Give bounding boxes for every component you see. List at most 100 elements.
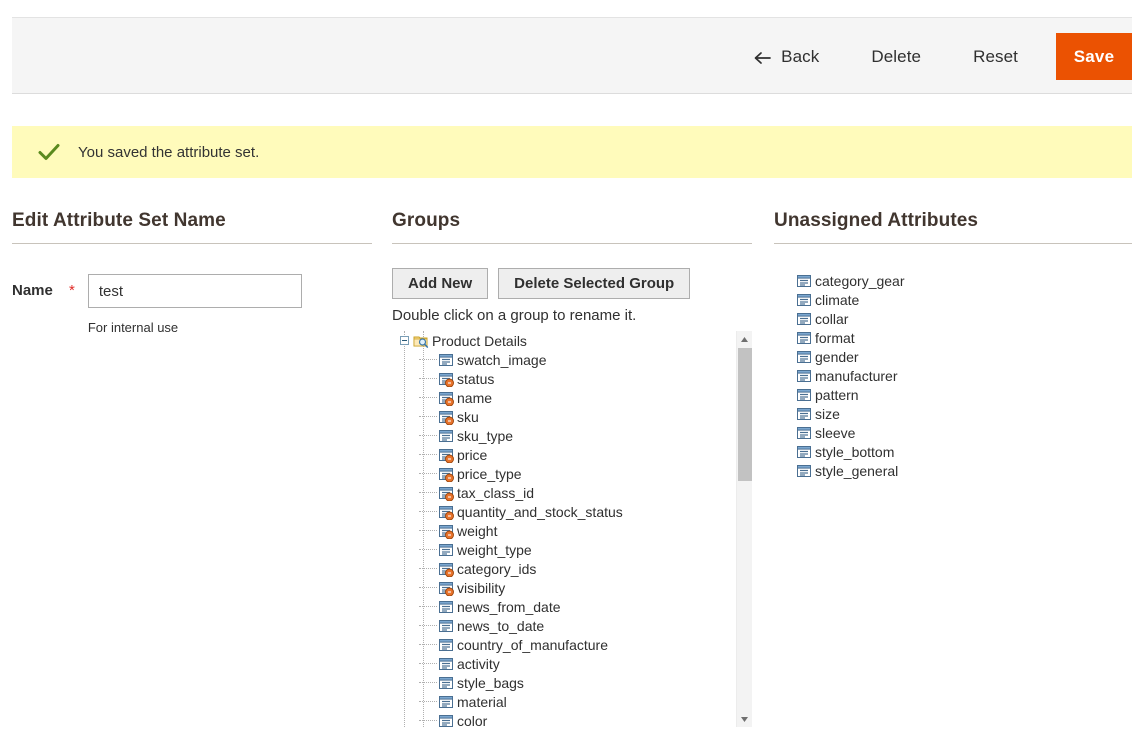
tree-attribute-label[interactable]: swatch_image (457, 352, 547, 368)
unassigned-attribute-label[interactable]: style_general (815, 463, 898, 479)
tree-attribute-node[interactable]: color (392, 711, 736, 727)
tree-attribute-label[interactable]: sku (457, 409, 479, 425)
delete-button[interactable]: Delete (845, 47, 947, 67)
tree-connector (419, 377, 437, 380)
attribute-icon (796, 368, 812, 384)
unassigned-attribute-label[interactable]: category_gear (815, 273, 905, 289)
unassigned-attribute-label[interactable]: gender (815, 349, 859, 365)
tree-attribute-node[interactable]: swatch_image (392, 350, 736, 369)
tree-attribute-label[interactable]: category_ids (457, 561, 536, 577)
reset-button[interactable]: Reset (947, 47, 1044, 67)
attribute-system-icon (438, 390, 454, 406)
unassigned-attribute-item[interactable]: category_gear (796, 271, 1132, 290)
attribute-icon (796, 330, 812, 346)
check-icon (36, 139, 62, 165)
attribute-icon (438, 694, 454, 710)
back-label: Back (781, 46, 820, 66)
unassigned-attribute-label[interactable]: climate (815, 292, 859, 308)
save-button[interactable]: Save (1056, 33, 1132, 80)
add-new-group-button[interactable]: Add New (392, 268, 489, 299)
tree-attribute-node[interactable]: news_from_date (392, 597, 736, 616)
tree-attribute-label[interactable]: style_bags (457, 675, 524, 691)
tree-attribute-node[interactable]: weight_type (392, 540, 736, 559)
caret-up-icon[interactable] (737, 331, 752, 347)
tree-attribute-node[interactable]: weight (392, 521, 736, 540)
tree-attribute-node[interactable]: sku_type (392, 426, 736, 445)
delete-selected-group-button[interactable]: Delete Selected Group (498, 268, 691, 299)
tree-root-node[interactable]: Product Details (392, 331, 736, 350)
tree-attribute-label[interactable]: visibility (457, 580, 505, 596)
tree-attribute-label[interactable]: material (457, 694, 507, 710)
tree-attribute-node[interactable]: style_bags (392, 673, 736, 692)
tree-attribute-node[interactable]: visibility (392, 578, 736, 597)
tree-attribute-node[interactable]: status (392, 369, 736, 388)
tree-attribute-node[interactable]: quantity_and_stock_status (392, 502, 736, 521)
tree-attribute-label[interactable]: weight_type (457, 542, 532, 558)
unassigned-attribute-label[interactable]: collar (815, 311, 848, 327)
tree-attribute-node[interactable]: price (392, 445, 736, 464)
unassigned-attribute-label[interactable]: format (815, 330, 855, 346)
attribute-icon (438, 675, 454, 691)
tree-attribute-label[interactable]: status (457, 371, 494, 387)
attribute-icon (796, 463, 812, 479)
tree-connector (419, 586, 437, 589)
unassigned-attribute-label[interactable]: sleeve (815, 425, 855, 441)
tree-attribute-node[interactable]: price_type (392, 464, 736, 483)
caret-down-icon[interactable] (737, 711, 752, 727)
tree-attribute-label[interactable]: activity (457, 656, 500, 672)
tree-root-label[interactable]: Product Details (432, 333, 527, 349)
unassigned-attribute-item[interactable]: pattern (796, 385, 1132, 404)
tree-attribute-label[interactable]: quantity_and_stock_status (457, 504, 623, 520)
attribute-system-icon (438, 561, 454, 577)
unassigned-attribute-label[interactable]: pattern (815, 387, 859, 403)
tree-attribute-node[interactable]: sku (392, 407, 736, 426)
collapse-minus-icon[interactable] (400, 336, 409, 345)
tree-connector (419, 510, 437, 513)
tree-connector (419, 472, 437, 475)
reset-label: Reset (973, 46, 1018, 66)
section-divider-groups (392, 243, 752, 244)
unassigned-attribute-item[interactable]: style_bottom (796, 442, 1132, 461)
page-actions: Back Delete Reset Save (727, 18, 1132, 95)
tree-attribute-label[interactable]: price_type (457, 466, 522, 482)
tree-attribute-node[interactable]: country_of_manufacture (392, 635, 736, 654)
attribute-icon (796, 425, 812, 441)
back-button[interactable]: Back (727, 47, 845, 67)
unassigned-attribute-item[interactable]: gender (796, 347, 1132, 366)
unassigned-attribute-item[interactable]: manufacturer (796, 366, 1132, 385)
tree-connector (419, 624, 437, 627)
tree-attribute-node[interactable]: material (392, 692, 736, 711)
unassigned-attribute-item[interactable]: climate (796, 290, 1132, 309)
attribute-icon (438, 599, 454, 615)
unassigned-attribute-label[interactable]: manufacturer (815, 368, 897, 384)
tree-attribute-label[interactable]: country_of_manufacture (457, 637, 608, 653)
unassigned-attribute-item[interactable]: style_general (796, 461, 1132, 480)
tree-attribute-label[interactable]: name (457, 390, 492, 406)
unassigned-attribute-label[interactable]: size (815, 406, 840, 422)
tree-attribute-label[interactable]: sku_type (457, 428, 513, 444)
tree-attribute-label[interactable]: price (457, 447, 487, 463)
tree-attribute-label[interactable]: news_from_date (457, 599, 561, 615)
unassigned-attributes-list: category_gearclimate collar format gender ma… (774, 271, 1132, 480)
tree-attribute-node[interactable]: name (392, 388, 736, 407)
unassigned-attribute-item[interactable]: size (796, 404, 1132, 423)
unassigned-attribute-item[interactable]: sleeve (796, 423, 1132, 442)
tree-attribute-node[interactable]: news_to_date (392, 616, 736, 635)
tree-attribute-node[interactable]: activity (392, 654, 736, 673)
tree-scrollbar[interactable] (736, 331, 752, 727)
scrollbar-thumb[interactable] (738, 348, 752, 481)
unassigned-attribute-item[interactable]: collar (796, 309, 1132, 328)
unassigned-attribute-label[interactable]: style_bottom (815, 444, 894, 460)
tree-attribute-label[interactable]: tax_class_id (457, 485, 534, 501)
folder-search-icon (413, 333, 429, 349)
tree-attribute-label[interactable]: news_to_date (457, 618, 544, 634)
unassigned-attribute-item[interactable]: format (796, 328, 1132, 347)
name-input[interactable] (87, 274, 302, 308)
unassigned-title: Unassigned Attributes (774, 210, 979, 231)
attribute-icon (796, 311, 812, 327)
tree-attribute-node[interactable]: tax_class_id (392, 483, 736, 502)
tree-attribute-label[interactable]: weight (457, 523, 497, 539)
tree-connector (419, 415, 437, 418)
tree-attribute-node[interactable]: category_ids (392, 559, 736, 578)
tree-attribute-label[interactable]: color (457, 713, 487, 728)
